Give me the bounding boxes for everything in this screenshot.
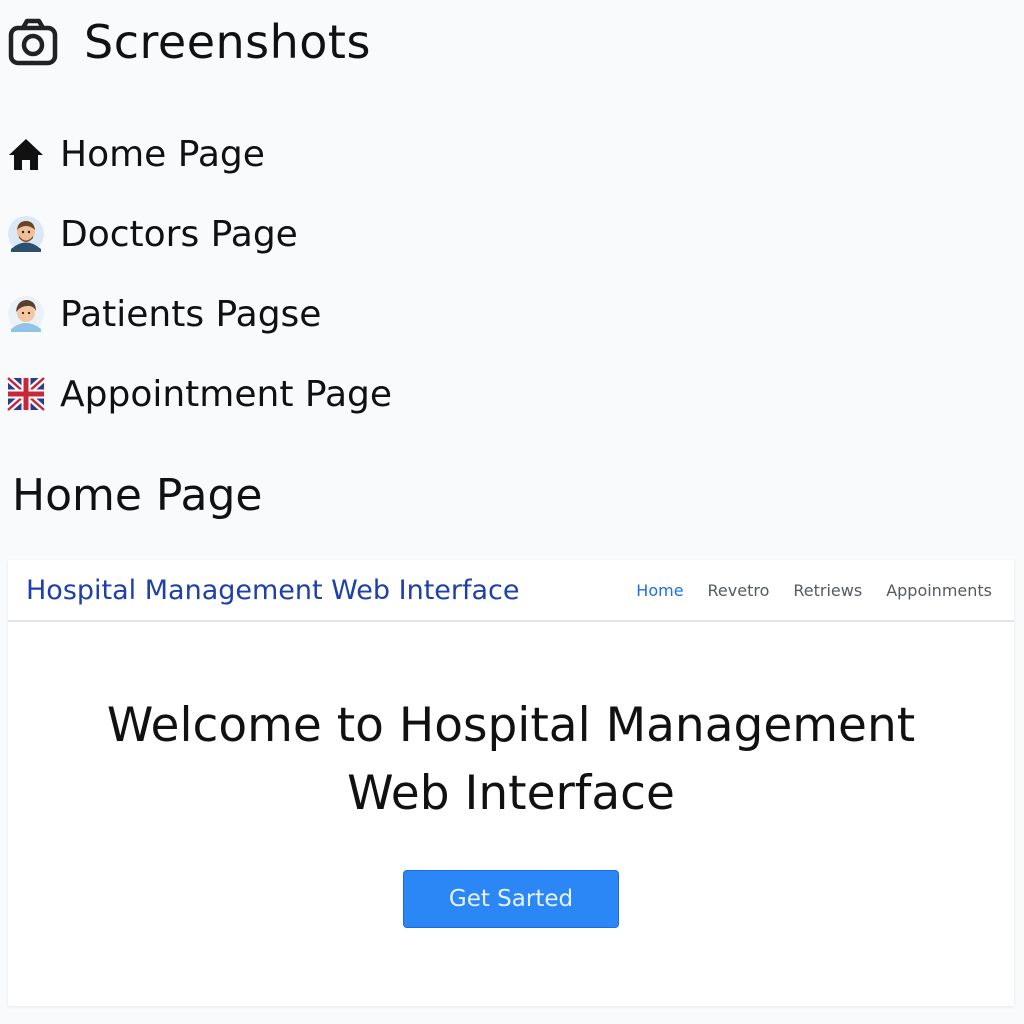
- link-label: Home Page: [60, 133, 265, 175]
- home-page-screenshot: Hospital Management Web Interface Home R…: [8, 560, 1014, 1006]
- screenshots-page: Screenshots Home Page Doctors Page Patie…: [0, 0, 1024, 1024]
- nav-link-appoinments[interactable]: Appoinments: [886, 581, 992, 600]
- doctor-avatar-icon: [8, 216, 44, 252]
- page-title: Screenshots: [84, 15, 371, 69]
- camera-icon: [8, 18, 58, 66]
- patient-avatar-icon: [8, 296, 44, 332]
- link-home-page[interactable]: Home Page: [6, 114, 392, 194]
- app-navbar: Hospital Management Web Interface Home R…: [8, 560, 1014, 622]
- nav-link-home[interactable]: Home: [636, 581, 683, 600]
- hero-title: Welcome to Hospital Management Web Inter…: [106, 698, 916, 821]
- home-icon: [9, 139, 43, 170]
- link-patients-page[interactable]: Patients Pagse: [6, 274, 392, 354]
- page-header: Screenshots: [8, 12, 371, 72]
- screenshot-link-list: Home Page Doctors Page Patients Pagse Ap…: [6, 114, 392, 434]
- link-doctors-page[interactable]: Doctors Page: [6, 194, 392, 274]
- uk-flag-icon: [6, 375, 46, 413]
- link-appointment-page[interactable]: Appointment Page: [6, 354, 392, 434]
- app-brand[interactable]: Hospital Management Web Interface: [26, 575, 520, 606]
- link-label: Doctors Page: [60, 213, 298, 255]
- section-heading: Home Page: [12, 470, 263, 521]
- nav-link-revetro[interactable]: Revetro: [708, 581, 770, 600]
- link-label: Appointment Page: [60, 373, 393, 415]
- link-label: Patients Pagse: [60, 293, 322, 335]
- get-started-button[interactable]: Get Sarted: [403, 870, 619, 928]
- hero-section: Welcome to Hospital Management Web Inter…: [8, 622, 1014, 928]
- nav-link-retriews[interactable]: Retriews: [793, 581, 862, 600]
- app-nav-links: Home Revetro Retriews Appoinments: [612, 581, 992, 600]
